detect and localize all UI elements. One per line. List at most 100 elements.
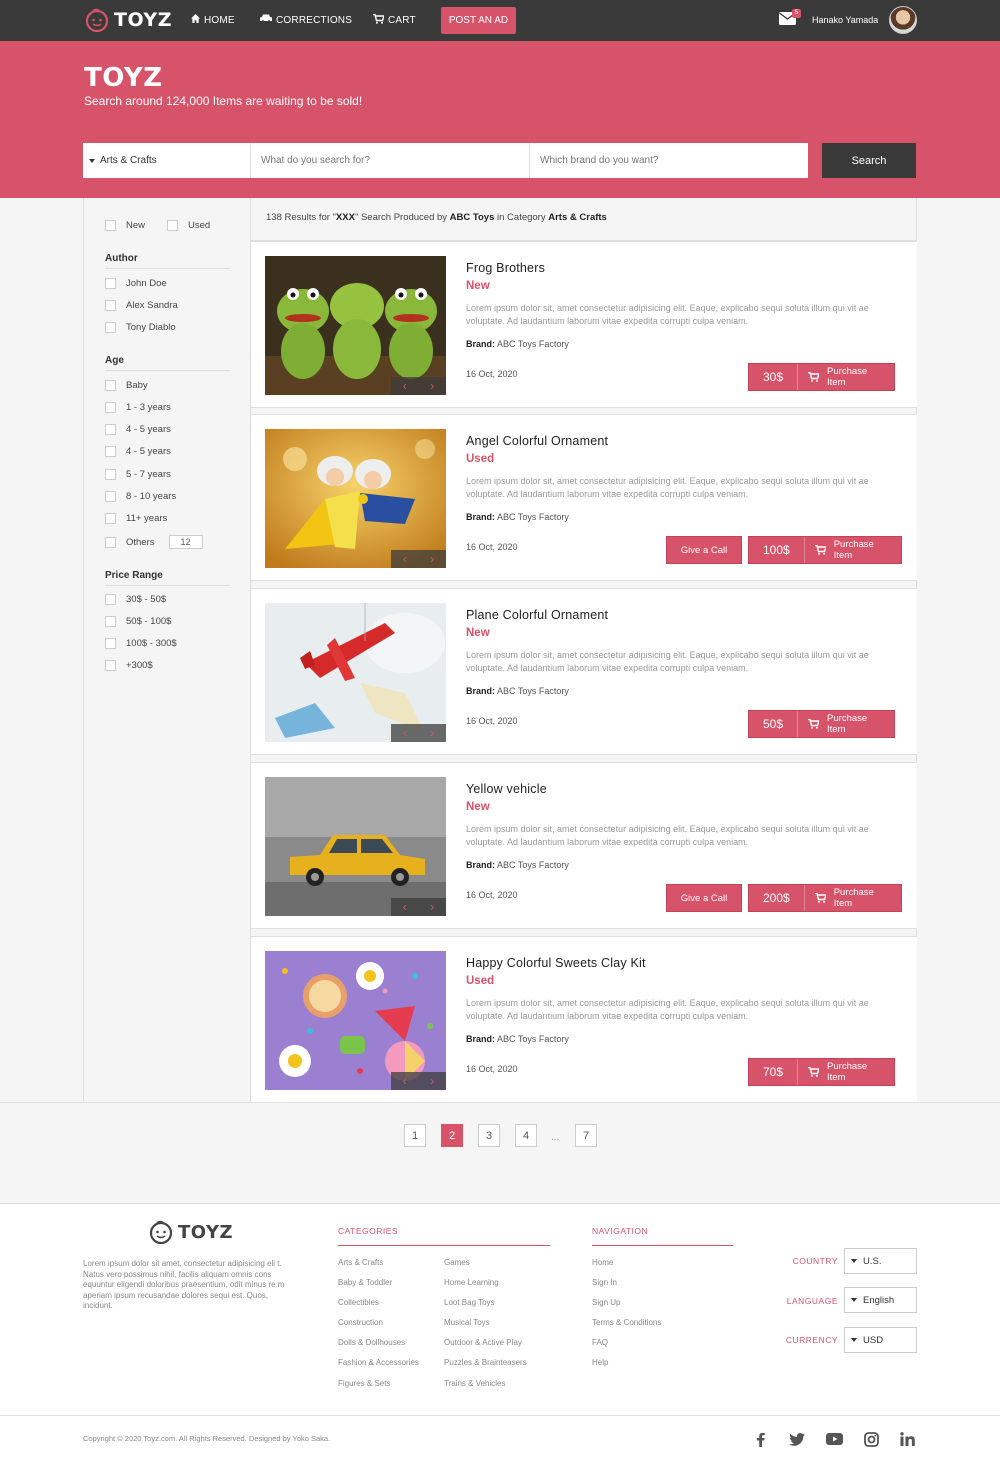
filter-used[interactable]: Used	[167, 220, 210, 231]
checkbox[interactable]	[105, 402, 116, 413]
chevron-right-icon[interactable]: ›	[430, 900, 434, 914]
checkbox[interactable]	[105, 424, 116, 435]
page-button[interactable]: 4	[515, 1124, 537, 1147]
checkbox[interactable]	[105, 380, 116, 391]
facebook-icon[interactable]	[751, 1430, 769, 1448]
checkbox[interactable]	[105, 638, 116, 649]
product-title[interactable]: Plane Colorful Ornament	[466, 608, 608, 622]
currency-select[interactable]: USD	[844, 1327, 917, 1353]
chevron-right-icon[interactable]: ›	[430, 379, 434, 393]
filter-price-item[interactable]: 30$ - 50$	[105, 594, 166, 605]
purchase-button[interactable]: 200$ Purchase Item	[748, 884, 902, 912]
footer-nav-link[interactable]: Terms & Conditions	[592, 1318, 661, 1327]
language-select[interactable]: English	[844, 1287, 917, 1313]
filter-age-item[interactable]: 8 - 10 years	[105, 491, 176, 502]
filter-age-item[interactable]: 1 - 3 years	[105, 402, 171, 413]
footer-category-link[interactable]: Figures & Sets	[338, 1379, 390, 1388]
product-image[interactable]: ‹ ›	[265, 777, 446, 916]
product-card[interactable]: ‹ › Angel Colorful Ornament Used Lorem ip…	[251, 414, 917, 581]
footer-category-link[interactable]: Construction	[338, 1318, 383, 1327]
footer-category-link[interactable]: Home Learning	[444, 1278, 499, 1287]
footer-category-link[interactable]: Trains & Vehicles	[444, 1379, 506, 1388]
filter-age-item[interactable]: 4 - 5 years	[105, 446, 171, 457]
checkbox[interactable]	[105, 491, 116, 502]
product-card[interactable]: ‹ › Frog Brothers New Lorem ipsum dolor s…	[251, 241, 917, 408]
image-slider-nav[interactable]: ‹ ›	[391, 724, 446, 742]
filter-age-item[interactable]: 11+ years	[105, 513, 167, 524]
youtube-icon[interactable]	[825, 1430, 843, 1448]
product-title[interactable]: Happy Colorful Sweets Clay Kit	[466, 956, 646, 970]
footer-category-link[interactable]: Arts & Crafts	[338, 1258, 383, 1267]
brand-logo[interactable]: TOYZ	[84, 8, 172, 32]
checkbox[interactable]	[105, 536, 116, 548]
search-button[interactable]: Search	[822, 143, 916, 178]
filter-age-others[interactable]: Others 12	[105, 535, 203, 549]
chevron-right-icon[interactable]: ›	[430, 552, 434, 566]
avatar[interactable]	[889, 6, 917, 34]
purchase-button[interactable]: 50$ Purchase Item	[748, 710, 895, 738]
filter-author-item[interactable]: John Doe	[105, 278, 167, 289]
checkbox[interactable]	[105, 300, 116, 311]
give-a-call-button[interactable]: Give a Call	[666, 884, 742, 912]
purchase-button[interactable]: 70$ Purchase Item	[748, 1058, 895, 1086]
footer-nav-link[interactable]: Sign Up	[592, 1298, 620, 1307]
footer-category-link[interactable]: Puzzles & Brainteasers	[444, 1358, 527, 1367]
purchase-button[interactable]: 30$ Purchase Item	[748, 363, 895, 391]
filter-price-item[interactable]: 50$ - 100$	[105, 616, 171, 627]
country-select[interactable]: U.S.	[844, 1248, 917, 1274]
footer-nav-link[interactable]: FAQ	[592, 1338, 608, 1347]
chevron-left-icon[interactable]: ‹	[403, 379, 407, 393]
footer-nav-link[interactable]: Sign In	[592, 1278, 617, 1287]
filter-age-item[interactable]: 5 - 7 years	[105, 469, 171, 480]
footer-category-link[interactable]: Fashion & Accessories	[338, 1358, 419, 1367]
chevron-left-icon[interactable]: ‹	[403, 900, 407, 914]
footer-category-link[interactable]: Games	[444, 1258, 470, 1267]
checkbox[interactable]	[105, 446, 116, 457]
product-image[interactable]: ‹ ›	[265, 951, 446, 1090]
footer-nav-link[interactable]: Home	[592, 1258, 613, 1267]
checkbox[interactable]	[105, 660, 116, 671]
image-slider-nav[interactable]: ‹ ›	[391, 898, 446, 916]
product-title[interactable]: Frog Brothers	[466, 261, 545, 275]
product-card[interactable]: ‹ › Yellow vehicle New Lorem ipsum dolor …	[251, 762, 917, 929]
footer-category-link[interactable]: Loot Bag Toys	[444, 1298, 495, 1307]
filter-price-item[interactable]: +300$	[105, 660, 153, 671]
nav-cart[interactable]: CART	[373, 13, 416, 27]
linkedin-icon[interactable]	[898, 1430, 916, 1448]
give-a-call-button[interactable]: Give a Call	[666, 536, 742, 564]
others-age-input[interactable]: 12	[168, 535, 203, 549]
footer-category-link[interactable]: Outdoor & Active Play	[444, 1338, 522, 1347]
page-button[interactable]: 3	[478, 1124, 500, 1147]
product-title[interactable]: Yellow vehicle	[466, 782, 547, 796]
filter-author-item[interactable]: Alex Sandra	[105, 300, 178, 311]
instagram-icon[interactable]	[862, 1430, 880, 1448]
footer-category-link[interactable]: Collectibles	[338, 1298, 379, 1307]
chevron-left-icon[interactable]: ‹	[403, 726, 407, 740]
footer-brand-logo[interactable]: TOYZ	[148, 1220, 233, 1244]
search-input[interactable]	[250, 143, 529, 178]
checkbox[interactable]	[105, 594, 116, 605]
footer-category-link[interactable]: Baby & Toddler	[338, 1278, 392, 1287]
page-button[interactable]: 7	[575, 1124, 597, 1147]
image-slider-nav[interactable]: ‹ ›	[391, 550, 446, 568]
page-button[interactable]: 1	[404, 1124, 426, 1147]
twitter-icon[interactable]	[788, 1430, 806, 1448]
purchase-button[interactable]: 100$ Purchase Item	[748, 536, 902, 564]
category-select[interactable]: Arts & Crafts	[83, 143, 250, 178]
nav-corrections[interactable]: CORRECTIONS	[260, 14, 352, 26]
filter-age-item[interactable]: Baby	[105, 380, 148, 391]
nav-home[interactable]: HOME	[191, 14, 235, 26]
chevron-right-icon[interactable]: ›	[430, 726, 434, 740]
checkbox[interactable]	[105, 469, 116, 480]
footer-nav-link[interactable]: Help	[592, 1358, 608, 1367]
post-ad-button[interactable]: POST AN AD	[441, 7, 516, 34]
product-title[interactable]: Angel Colorful Ornament	[466, 434, 608, 448]
checkbox[interactable]	[105, 220, 116, 231]
filter-new[interactable]: New	[105, 220, 145, 231]
brand-input[interactable]	[529, 143, 808, 178]
image-slider-nav[interactable]: ‹ ›	[391, 1072, 446, 1090]
product-image[interactable]: ‹ ›	[265, 429, 446, 568]
checkbox[interactable]	[167, 220, 178, 231]
footer-category-link[interactable]: Dolls & Dollhouses	[338, 1338, 405, 1347]
product-card[interactable]: ‹ › Happy Colorful Sweets Clay Kit Used L…	[251, 936, 917, 1103]
